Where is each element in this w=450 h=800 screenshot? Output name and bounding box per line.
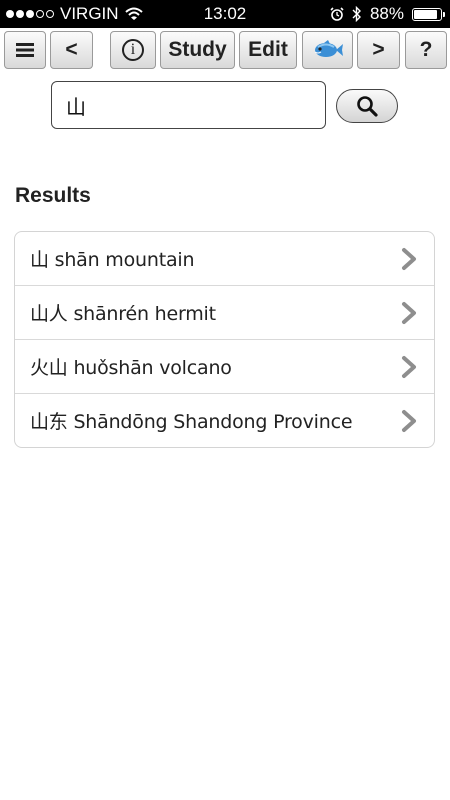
magnifier-icon [357,96,378,117]
study-label: Study [168,38,227,61]
forward-label: > [372,38,385,61]
results-heading: Results [15,184,91,207]
edit-label: Edit [248,38,288,61]
result-row[interactable]: 山 shān mountain [15,232,434,286]
chevron-right-icon [402,356,416,378]
fish-icon [314,40,343,57]
results-list: 山 shān mountain 山人 shānrén hermit 火山 huǒ… [14,231,435,448]
battery-fill [414,9,437,19]
info-icon: i [122,39,144,61]
edit-button[interactable]: Edit [239,31,297,69]
battery-percent: 88% [369,4,404,23]
menu-button[interactable] [4,31,46,69]
result-text: 山 shān mountain [30,249,195,271]
result-text: 火山 huǒshān volcano [30,357,232,379]
help-button[interactable]: ? [405,31,447,69]
study-button[interactable]: Study [160,31,235,69]
result-row[interactable]: 山东 Shāndōng Shandong Province [15,394,434,447]
search-input[interactable] [51,81,326,129]
result-row[interactable]: 山人 shānrén hermit [15,286,434,340]
toolbar: < i Study Edit > ? [0,31,450,71]
bluetooth-icon [352,6,361,22]
chevron-right-icon [402,302,416,324]
status-right: 88% [330,4,445,24]
chevron-right-icon [402,248,416,270]
back-label: < [65,38,78,61]
hamburger-icon [16,43,34,57]
result-text: 山人 shānrén hermit [30,303,216,325]
battery-icon [412,7,445,21]
back-button[interactable]: < [50,31,93,69]
info-button[interactable]: i [110,31,156,69]
search-button[interactable] [336,89,398,123]
result-row[interactable]: 火山 huǒshān volcano [15,340,434,394]
status-bar: VIRGIN 13:02 88% [0,0,450,28]
forward-button[interactable]: > [357,31,400,69]
help-label: ? [419,38,433,61]
chevron-right-icon [402,410,416,432]
result-text: 山东 Shāndōng Shandong Province [30,411,353,433]
fish-button[interactable] [302,31,353,69]
alarm-clock-icon [330,7,344,21]
